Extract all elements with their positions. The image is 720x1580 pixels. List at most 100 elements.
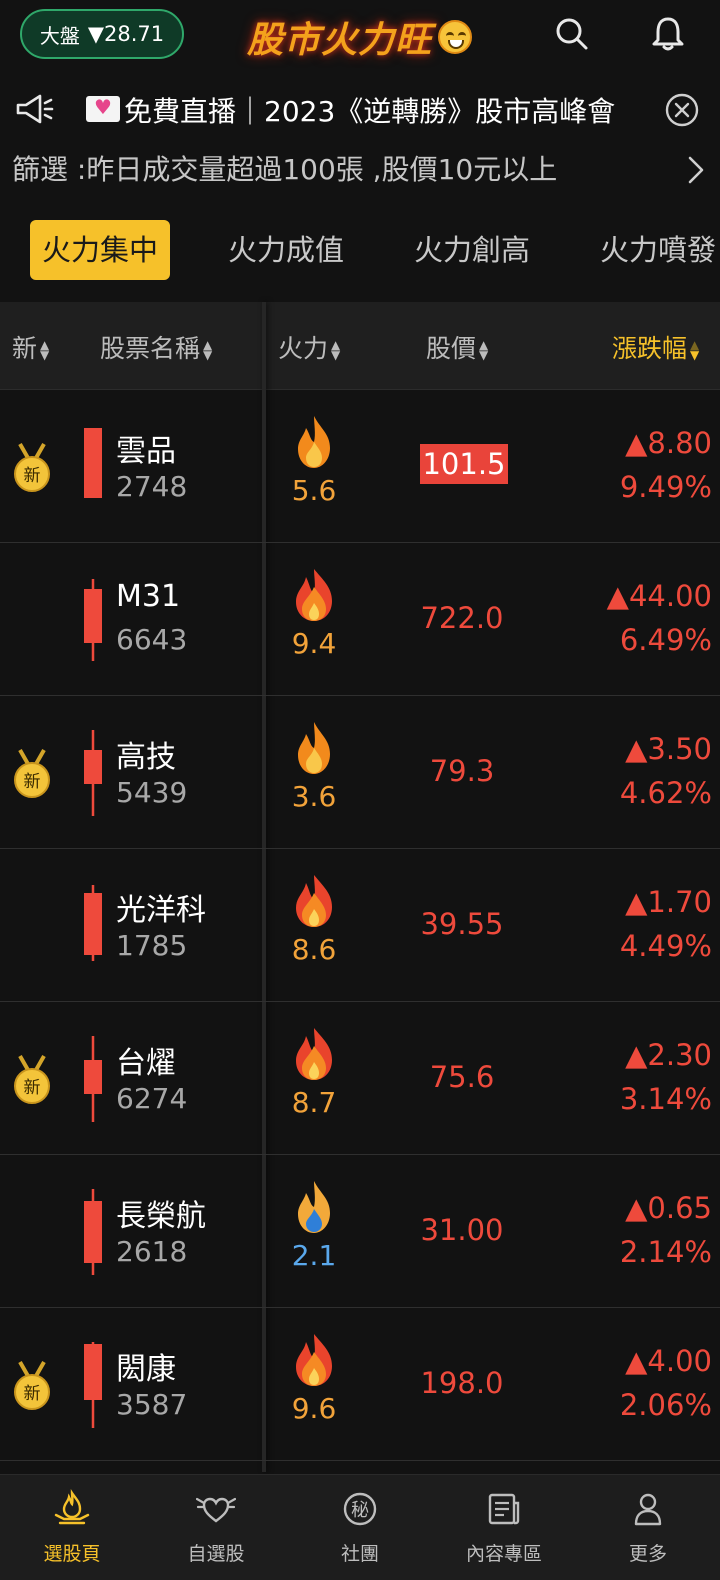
new-medal-icon: 新 — [14, 749, 50, 798]
table-row[interactable]: 新 閎康 3587 9.6 198.0 ▲4.00 2.06% — [0, 1308, 720, 1461]
newspaper-icon — [488, 1493, 520, 1525]
fire-value: 3.6 — [291, 780, 337, 813]
stock-code: 2618 — [116, 1235, 188, 1268]
column-change[interactable]: 漲跌幅 ▲ ▼ — [612, 329, 699, 365]
table-row[interactable]: M31 6643 9.4 722.0 ▲44.00 6.49% — [0, 543, 720, 696]
stock-name: 閎康 — [116, 1352, 176, 1387]
price-change: ▲3.50 — [625, 732, 712, 766]
new-medal-icon: 新 — [14, 443, 50, 492]
table-row[interactable]: 光洋科 1785 8.6 39.55 ▲1.70 4.49% — [0, 849, 720, 1002]
flame-icon — [296, 1028, 332, 1080]
announcement-text[interactable]: 免費直播｜2023《逆轉勝》股市高峰會 — [124, 90, 654, 130]
filter-bar[interactable]: 篩選 :昨日成交量超過100張 ,股價10元以上 — [0, 142, 720, 198]
user-icon — [634, 1493, 662, 1526]
percent-change: 6.49% — [619, 623, 712, 657]
tab-fire-new-high[interactable]: 火力創高 — [402, 220, 542, 280]
bell-icon[interactable] — [648, 14, 688, 54]
stock-code: 2748 — [116, 470, 188, 503]
stock-name: 高技 — [116, 740, 176, 775]
column-fire[interactable]: 火力 ▲ ▼ — [278, 329, 340, 365]
fire-value: 2.1 — [291, 1239, 337, 1272]
column-new[interactable]: 新 ▲ ▼ — [12, 329, 49, 365]
flame-cool-icon — [298, 1181, 330, 1233]
svg-text:新: 新 — [24, 1078, 41, 1098]
table-row[interactable]: 新 高技 5439 3.6 79.3 ▲3.50 4.62% — [0, 696, 720, 849]
price-change: ▲44.00 — [606, 579, 712, 613]
percent-change: 2.14% — [619, 1235, 712, 1269]
chevron-right-icon[interactable] — [684, 154, 708, 186]
stock-code: 6274 — [116, 1082, 188, 1115]
heart-letter-icon — [86, 95, 120, 122]
bottom-nav: 選股頁 自選股 秘 社團 內容專區 更多 — [0, 1474, 720, 1580]
announcement-bar[interactable]: 免費直播｜2023《逆轉勝》股市高峰會 — [0, 84, 720, 140]
candlestick-icon — [84, 885, 102, 961]
winged-heart-icon — [196, 1497, 236, 1523]
stock-name: 光洋科 — [116, 893, 206, 928]
nav-label: 選股頁 — [43, 1543, 101, 1565]
tab-fire-concentration[interactable]: 火力集中 — [30, 220, 171, 280]
filter-text: 篩選 :昨日成交量超過100張 ,股價10元以上 — [12, 153, 558, 186]
stock-price: 79.3 — [429, 754, 495, 788]
price-change: ▲8.80 — [625, 426, 712, 460]
price-change: ▲0.65 — [625, 1191, 712, 1225]
column-stock-name[interactable]: 股票名稱 ▲ ▼ — [100, 329, 212, 365]
nav-stock-picker[interactable]: 選股頁 — [0, 1475, 144, 1580]
column-price[interactable]: 股價 ▲ ▼ — [426, 329, 488, 365]
candlestick-icon — [84, 428, 102, 498]
flame-icon — [298, 722, 330, 774]
svg-text:新: 新 — [24, 466, 41, 486]
nav-watchlist[interactable]: 自選股 — [144, 1475, 288, 1580]
fire-value: 9.4 — [291, 627, 337, 660]
stock-price: 198.0 — [420, 1366, 504, 1400]
table-row[interactable]: 長榮航 2618 2.1 31.00 ▲0.65 2.14% — [0, 1155, 720, 1308]
flame-icon — [296, 569, 332, 621]
megaphone-icon — [16, 94, 54, 124]
fire-value: 5.6 — [291, 474, 337, 507]
stock-price: 39.55 — [420, 907, 504, 941]
flame-icon — [298, 416, 330, 468]
new-medal-icon: 新 — [14, 1361, 50, 1410]
table-row[interactable]: 新 台燿 6274 8.7 75.6 ▲2.30 3.14% — [0, 1002, 720, 1155]
percent-change: 2.06% — [619, 1388, 712, 1422]
nav-content-zone[interactable]: 內容專區 — [432, 1475, 576, 1580]
candlestick-icon — [84, 1036, 102, 1122]
percent-change: 4.62% — [619, 776, 712, 810]
market-index-value: ▼28.71 — [87, 22, 165, 46]
stock-price: 75.6 — [429, 1060, 495, 1094]
search-icon[interactable] — [552, 14, 592, 54]
nav-label: 自選股 — [187, 1543, 245, 1565]
stock-name: 長榮航 — [116, 1199, 206, 1234]
market-index-label: 大盤 — [39, 23, 80, 48]
stock-code: 3587 — [116, 1388, 188, 1421]
sort-icon: ▲ ▼ — [331, 338, 341, 362]
stock-code: 6643 — [116, 623, 188, 656]
nav-label: 社團 — [340, 1543, 379, 1565]
tab-fire-turnover[interactable]: 火力成值 — [216, 220, 356, 280]
flame-icon — [296, 875, 332, 927]
secret-badge-icon: 秘 — [343, 1492, 377, 1526]
price-change: ▲2.30 — [625, 1038, 712, 1072]
stock-price: 101.5 — [420, 444, 508, 484]
nav-community[interactable]: 秘 社團 — [288, 1475, 432, 1580]
sort-desc-icon: ▲ ▼ — [690, 338, 700, 362]
svg-text:新: 新 — [24, 772, 41, 792]
smile-emoji-icon — [438, 20, 473, 54]
candlestick-icon — [84, 579, 102, 661]
stock-code: 5439 — [116, 776, 188, 809]
svg-text:新: 新 — [24, 1384, 41, 1404]
nav-label: 內容專區 — [465, 1543, 542, 1565]
close-icon[interactable] — [664, 92, 700, 128]
nav-label: 更多 — [628, 1543, 667, 1565]
nav-more[interactable]: 更多 — [576, 1475, 720, 1580]
market-index-pill[interactable]: 大盤 ▼28.71 — [20, 9, 184, 59]
category-tabs: 火力集中 火力成值 火力創高 火力噴發 — [0, 216, 720, 286]
candlestick-icon — [84, 1189, 102, 1275]
top-bar: 大盤 ▼28.71 股市火力旺 — [0, 0, 720, 74]
percent-change: 4.49% — [619, 929, 712, 963]
tab-fire-burst[interactable]: 火力噴發 — [588, 220, 720, 280]
table-row[interactable]: 新 雲品 2748 5.6 101.5 ▲8.80 9.49% — [0, 390, 720, 543]
stock-price: 31.00 — [420, 1213, 504, 1247]
stock-price: 722.0 — [420, 601, 504, 635]
fire-hand-icon — [54, 1489, 90, 1525]
percent-change: 3.14% — [619, 1082, 712, 1116]
